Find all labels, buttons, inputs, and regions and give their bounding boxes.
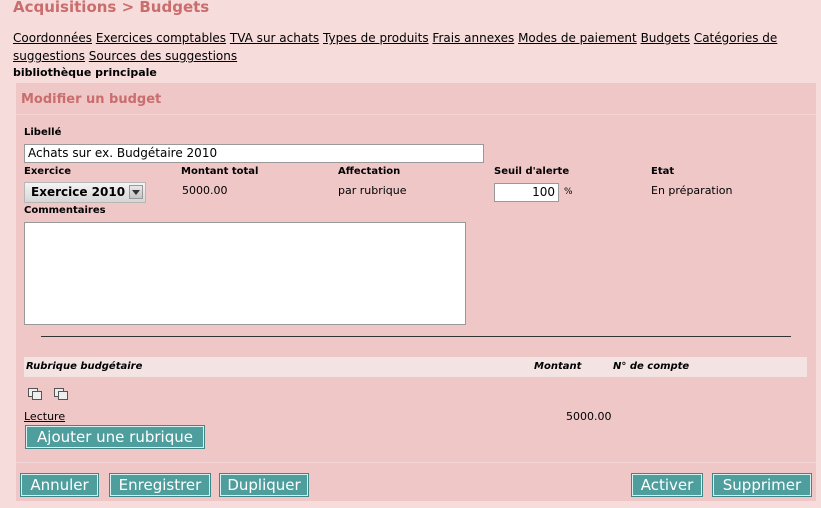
nav-sources-suggestions[interactable]: Sources des suggestions: [89, 49, 237, 63]
affectation-value: par rubrique: [338, 184, 407, 197]
budget-form-panel: Modifier un budget Libellé Achats sur ex…: [16, 83, 816, 501]
rubriques-table-header: Rubrique budgétaire Montant N° de compte: [24, 357, 807, 377]
nav-types-produits[interactable]: Types de produits: [323, 31, 429, 45]
nav-coordonnees[interactable]: Coordonnées: [13, 31, 92, 45]
seuil-unit: %: [564, 187, 573, 197]
commentaires-label: Commentaires: [24, 205, 106, 216]
collapse-all-icon[interactable]: [54, 388, 68, 400]
supprimer-button[interactable]: Supprimer: [712, 473, 812, 497]
header-compte: N° de compte: [613, 361, 690, 372]
rubrique-lecture-link[interactable]: Lecture: [24, 410, 65, 423]
libelle-label: Libellé: [24, 127, 62, 138]
enregistrer-button[interactable]: Enregistrer: [109, 473, 211, 497]
form-title: Modifier un budget: [21, 92, 162, 107]
annuler-button[interactable]: Annuler: [20, 473, 99, 497]
affectation-label: Affectation: [338, 166, 401, 177]
title-divider: [16, 114, 816, 115]
expand-all-icon[interactable]: [28, 388, 42, 400]
commentaires-textarea[interactable]: [24, 222, 466, 325]
dupliquer-button[interactable]: Dupliquer: [219, 473, 309, 497]
activer-button[interactable]: Activer: [631, 473, 703, 497]
page-title: Acquisitions > Budgets: [13, 0, 210, 16]
exercice-label: Exercice: [24, 166, 72, 177]
library-name: bibliothèque principale: [13, 66, 157, 79]
nav-frais-annexes[interactable]: Frais annexes: [432, 31, 514, 45]
chevron-down-icon: [129, 185, 143, 199]
montant-total-value: 5000.00: [182, 184, 228, 197]
header-rubrique: Rubrique budgétaire: [26, 361, 143, 372]
montant-total-label: Montant total: [181, 166, 259, 177]
seuil-alerte-label: Seuil d'alerte: [494, 166, 570, 177]
seuil-alerte-input[interactable]: 100: [494, 183, 559, 202]
add-rubrique-button[interactable]: Ajouter une rubrique: [25, 425, 205, 449]
acquisitions-nav: Coordonnées Exercices comptables TVA sur…: [13, 29, 803, 65]
rubrique-lecture-montant: 5000.00: [566, 410, 612, 423]
etat-value: En préparation: [651, 184, 733, 197]
nav-modes-paiement[interactable]: Modes de paiement: [518, 31, 637, 45]
exercice-select[interactable]: Exercice 2010: [24, 182, 146, 203]
nav-tva-achats[interactable]: TVA sur achats: [230, 31, 319, 45]
nav-exercices-comptables[interactable]: Exercices comptables: [96, 31, 226, 45]
header-montant: Montant: [534, 361, 582, 372]
section-divider: [41, 336, 791, 337]
nav-budgets[interactable]: Budgets: [641, 31, 690, 45]
exercice-select-value: Exercice 2010: [31, 185, 126, 199]
etat-label: Etat: [651, 166, 675, 177]
footer-divider: [16, 462, 816, 463]
libelle-input[interactable]: Achats sur ex. Budgétaire 2010: [24, 144, 484, 163]
